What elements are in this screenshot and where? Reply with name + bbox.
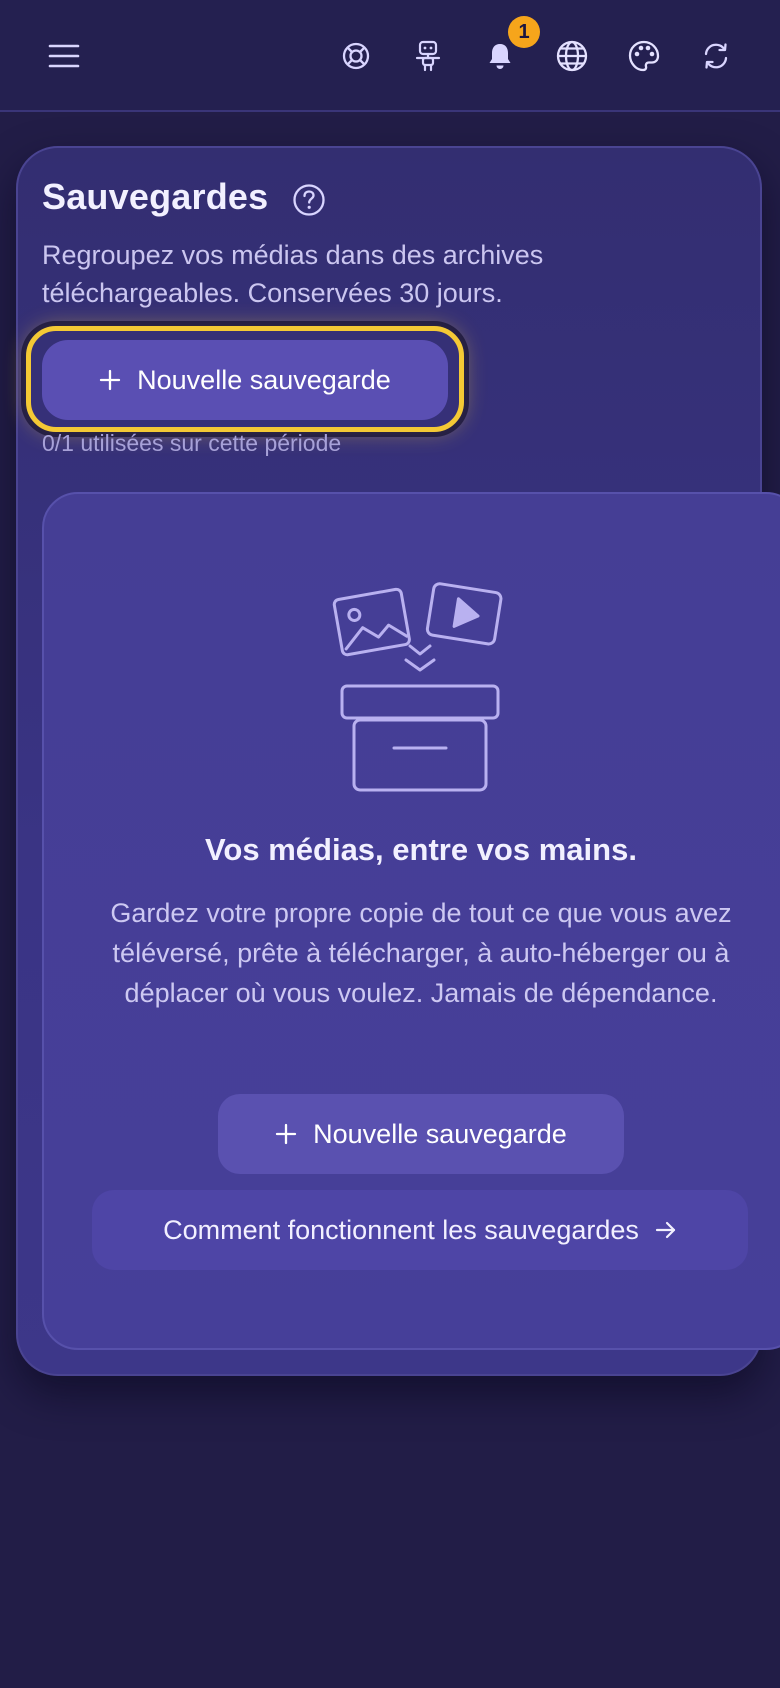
menu-icon xyxy=(48,44,80,68)
notification-badge: 1 xyxy=(508,16,540,48)
top-bar: 1 xyxy=(0,0,780,112)
empty-state-title: Vos médias, entre vos mains. xyxy=(205,832,637,867)
help-icon[interactable] xyxy=(292,183,326,217)
lifebuoy-icon xyxy=(342,42,370,70)
language-button[interactable] xyxy=(552,36,592,76)
menu-button[interactable] xyxy=(44,36,84,76)
palette-icon xyxy=(628,40,660,72)
empty-new-backup-label: Nouvelle sauvegarde xyxy=(313,1118,567,1149)
new-backup-label: Nouvelle sauvegarde xyxy=(137,364,391,395)
how-backups-work-label: Comment fonctionnent les sauvegardes xyxy=(163,1214,639,1245)
backups-description: Regroupez vos médias dans des archives t… xyxy=(42,240,544,308)
theme-button[interactable] xyxy=(624,36,664,76)
empty-new-backup-button[interactable]: Nouvelle sauvegarde xyxy=(218,1094,624,1174)
globe-icon xyxy=(556,40,588,72)
media-archive-illustration xyxy=(332,582,503,792)
robot-icon xyxy=(415,40,441,72)
plus-icon xyxy=(276,1123,297,1145)
usage-note: 0/1 utilisées sur cette période xyxy=(42,430,342,456)
bell-icon xyxy=(489,44,511,69)
plus-icon xyxy=(100,369,121,391)
page-title: Sauvegardes xyxy=(42,176,269,217)
support-button[interactable] xyxy=(336,36,376,76)
assistant-button[interactable] xyxy=(408,36,448,76)
new-backup-button[interactable]: Nouvelle sauvegarde xyxy=(42,340,448,420)
arrow-right-icon xyxy=(655,1221,675,1239)
refresh-button[interactable] xyxy=(696,36,736,76)
refresh-icon xyxy=(704,43,728,69)
empty-state-text: Gardez votre propre copie de tout ce que… xyxy=(110,898,732,1008)
how-backups-work-link[interactable]: Comment fonctionnent les sauvegardes xyxy=(92,1190,748,1270)
